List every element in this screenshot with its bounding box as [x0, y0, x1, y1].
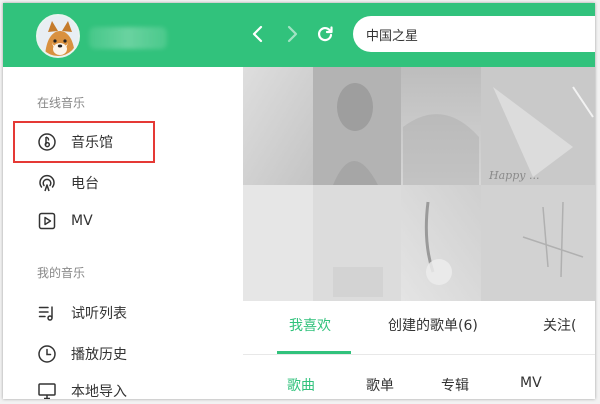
- sidebar-item-music-hall[interactable]: 音乐馆: [11, 124, 161, 160]
- active-tab-indicator: [277, 351, 351, 354]
- subtab-playlists[interactable]: 歌单: [366, 375, 394, 395]
- chevron-left-icon: [252, 25, 263, 43]
- sidebar: 在线音乐 音乐馆 电台 MV 我的音乐 试听列表 播放历史 本地导入: [3, 67, 243, 399]
- subtab-mv[interactable]: MV: [520, 375, 542, 391]
- music-note-circle-icon: [37, 132, 57, 152]
- sidebar-item-label: 播放历史: [71, 347, 127, 363]
- tab-my-likes[interactable]: 我喜欢: [289, 315, 331, 335]
- clock-icon: [37, 344, 57, 364]
- sidebar-item-label: 音乐馆: [71, 135, 113, 151]
- tab-created-playlists[interactable]: 创建的歌单(6): [388, 315, 478, 335]
- content-subtabs: 歌曲 歌单 专辑 MV: [243, 355, 595, 399]
- refresh-button[interactable]: [314, 22, 336, 46]
- refresh-icon: [317, 26, 333, 42]
- sidebar-item-label: 试听列表: [71, 306, 127, 322]
- playlist-icon: [37, 303, 57, 323]
- sidebar-item-radio[interactable]: 电台: [11, 165, 161, 201]
- shiba-dog-avatar-icon: [38, 16, 78, 56]
- sidebar-item-local-import[interactable]: 本地导入: [11, 373, 161, 399]
- sidebar-item-label: 本地导入: [71, 384, 127, 399]
- search-box[interactable]: [353, 16, 595, 52]
- content-tabs: 我喜欢 创建的歌单(6) 关注(: [243, 301, 595, 355]
- section-title-my-music: 我的音乐: [37, 266, 86, 280]
- play-video-icon: [37, 211, 57, 231]
- forward-button[interactable]: [281, 22, 303, 46]
- sidebar-item-mv[interactable]: MV: [11, 203, 161, 239]
- subtab-albums[interactable]: 专辑: [441, 375, 469, 395]
- banner-image: Happy ...: [243, 67, 595, 301]
- sidebar-item-play-history[interactable]: 播放历史: [11, 336, 161, 372]
- sidebar-item-label: MV: [71, 213, 93, 229]
- radio-icon: [37, 173, 57, 193]
- search-input[interactable]: [353, 16, 595, 52]
- svg-text:Happy ...: Happy ...: [488, 169, 539, 182]
- section-title-online-music: 在线音乐: [37, 96, 86, 110]
- banner-carousel[interactable]: Happy ...: [243, 67, 595, 301]
- monitor-icon: [37, 381, 57, 399]
- top-bar: [3, 3, 595, 67]
- chevron-right-icon: [287, 25, 298, 43]
- username-blurred: [89, 27, 167, 49]
- sidebar-item-trial-list[interactable]: 试听列表: [11, 295, 161, 331]
- back-button[interactable]: [247, 22, 269, 46]
- tab-following[interactable]: 关注(: [543, 315, 576, 335]
- app-window: 在线音乐 音乐馆 电台: [3, 3, 595, 399]
- sidebar-item-label: 电台: [71, 176, 99, 192]
- user-avatar[interactable]: [36, 14, 80, 58]
- subtab-songs[interactable]: 歌曲: [287, 375, 315, 395]
